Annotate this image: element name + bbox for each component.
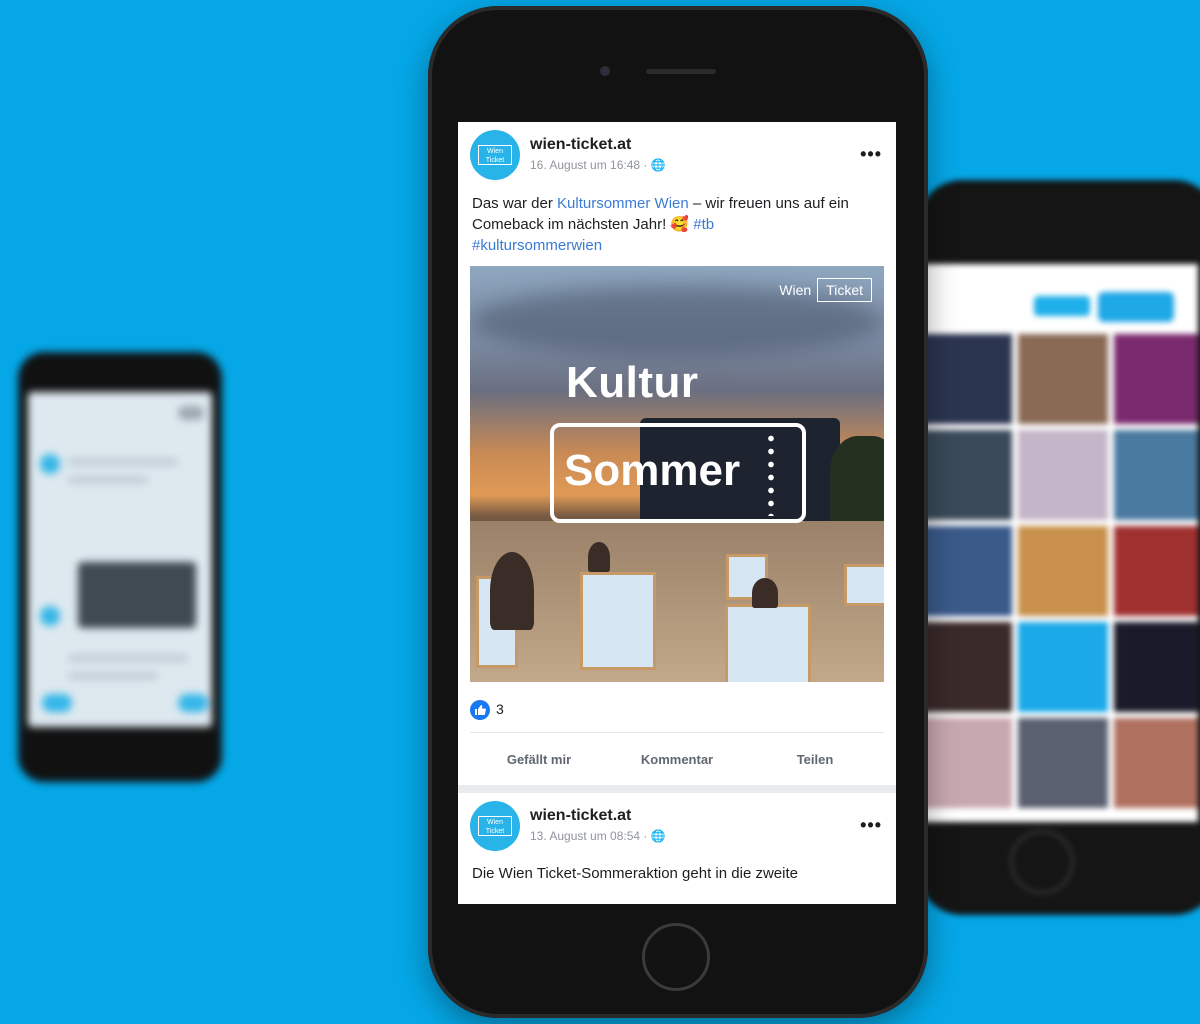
post-header: Wien Ticket wien-ticket.at 13. August um…: [458, 793, 896, 859]
avatar-logo: Wien Ticket: [478, 145, 512, 165]
hashtag-kultursommerwien[interactable]: #kultursommerwien: [472, 237, 602, 254]
facebook-feed-screen: Wien Ticket wien-ticket.at 16. August um…: [458, 122, 896, 904]
more-options-icon[interactable]: •••: [860, 144, 882, 165]
left-phone-screen: [28, 392, 212, 727]
headline-sommer: Sommer: [564, 446, 741, 495]
logo-wien: Wien: [779, 282, 812, 298]
post-1: Wien Ticket wien-ticket.at 16. August um…: [458, 122, 896, 785]
post-2: Wien Ticket wien-ticket.at 13. August um…: [458, 793, 896, 884]
post-timestamp[interactable]: 13. August um 08:54 · 🌐: [530, 829, 666, 843]
ticket-perforation: [768, 432, 774, 516]
left-background-phone: [18, 352, 222, 782]
hashtag-tb[interactable]: #tb: [693, 216, 714, 233]
kultursommer-link[interactable]: Kultursommer Wien: [557, 195, 689, 212]
reactions-bar[interactable]: 3: [470, 682, 884, 733]
post-image[interactable]: Wien Ticket Kultur Sommer: [470, 266, 884, 682]
right-background-phone: [918, 180, 1200, 915]
earpiece-speaker: [646, 69, 716, 74]
post-timestamp[interactable]: 16. August um 16:48 · 🌐: [530, 158, 666, 172]
like-count: 3: [496, 701, 504, 717]
headline-kultur: Kultur: [566, 358, 699, 407]
comment-button[interactable]: Kommentar: [608, 752, 746, 767]
page-avatar[interactable]: Wien Ticket: [470, 130, 520, 180]
post-text: Die Wien Ticket-Sommeraktion geht in die…: [472, 865, 798, 882]
text-before-link: Das war der: [472, 195, 558, 212]
like-button[interactable]: Gefällt mir: [470, 752, 608, 767]
timestamp-text: 13. August um 08:54 ·: [530, 829, 651, 843]
right-phone-screen: [922, 264, 1198, 822]
globe-icon: 🌐: [650, 158, 666, 172]
page-name-link[interactable]: wien-ticket.at: [530, 807, 631, 825]
home-button[interactable]: [642, 923, 710, 991]
logo-ticket: Ticket: [817, 278, 872, 302]
wien-ticket-logo: Wien Ticket: [779, 278, 872, 302]
trees-silhouette: [830, 436, 884, 526]
front-camera: [600, 66, 610, 76]
page-name-link[interactable]: wien-ticket.at: [530, 136, 631, 154]
post-divider: [458, 785, 896, 793]
post-actions: Gefällt mir Kommentar Teilen: [470, 733, 884, 785]
post-header: Wien Ticket wien-ticket.at 16. August um…: [458, 122, 896, 188]
share-button[interactable]: Teilen: [746, 752, 884, 767]
avatar-logo: Wien Ticket: [478, 816, 512, 836]
like-reaction-icon: [470, 700, 490, 720]
page-avatar[interactable]: Wien Ticket: [470, 801, 520, 851]
main-phone: Wien Ticket wien-ticket.at 16. August um…: [428, 6, 928, 1018]
timestamp-text: 16. August um 16:48 ·: [530, 158, 651, 172]
globe-icon: 🌐: [650, 829, 666, 843]
post-text: Das war der Kultursommer Wien – wir freu…: [458, 193, 896, 256]
more-options-icon[interactable]: •••: [860, 815, 882, 836]
right-phone-home-button: [1010, 830, 1074, 894]
photo-grid: [922, 334, 1198, 808]
